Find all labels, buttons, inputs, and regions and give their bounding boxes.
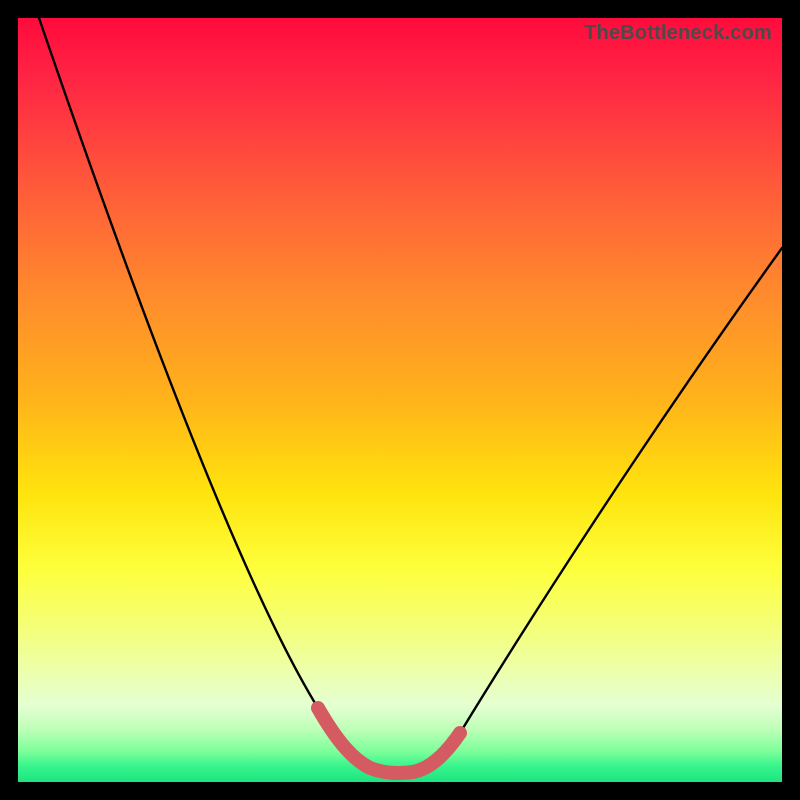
ideal-zone-highlight xyxy=(318,708,460,773)
chart-frame: TheBottleneck.com xyxy=(0,0,800,800)
plot-area: TheBottleneck.com xyxy=(18,18,782,782)
bottleneck-curve xyxy=(39,18,782,773)
curve-svg xyxy=(18,18,782,782)
